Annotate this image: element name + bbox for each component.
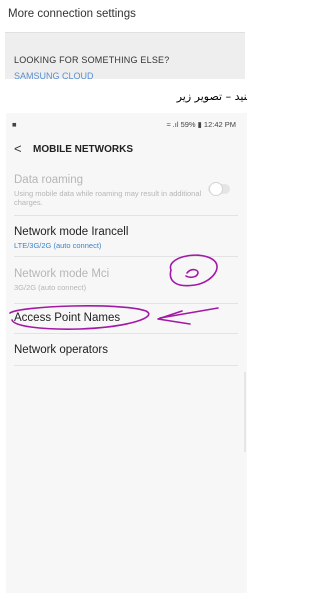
arrow-shaft <box>159 307 219 319</box>
circle-mark <box>169 254 218 287</box>
handwritten-annotation <box>9 254 219 330</box>
scribble-mark <box>185 268 199 279</box>
underline-loop <box>9 304 150 330</box>
